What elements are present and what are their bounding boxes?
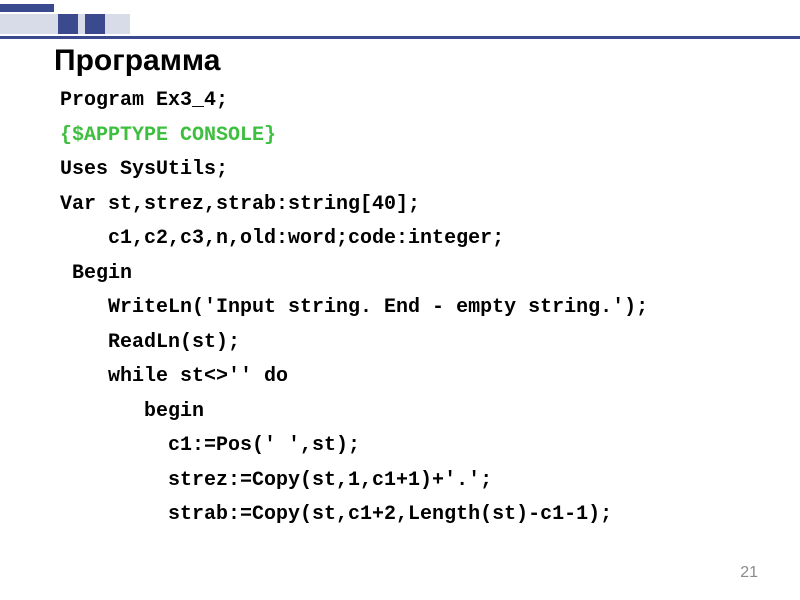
code-line: strez:=Copy(st,1,c1+1)+'.';	[60, 464, 760, 499]
code-line: WriteLn('Input string. End - empty strin…	[60, 291, 760, 326]
code-line: Begin	[60, 257, 760, 292]
code-line: Uses SysUtils;	[60, 153, 760, 188]
slide-title: Программа	[54, 44, 220, 78]
code-line: c1,c2,c3,n,old:word;code:integer;	[60, 222, 760, 257]
code-line: Program Ex3_4;	[60, 84, 760, 119]
code-line: while st<>'' do	[60, 360, 760, 395]
page-number: 21	[740, 564, 758, 582]
code-block: Program Ex3_4;{$APPTYPE CONSOLE}Uses Sys…	[60, 84, 760, 533]
slide-decoration	[0, 0, 120, 50]
code-line: {$APPTYPE CONSOLE}	[60, 119, 760, 154]
code-line: begin	[60, 395, 760, 430]
deco-square	[58, 14, 78, 34]
code-line: strab:=Copy(st,c1+2,Length(st)-c1-1);	[60, 498, 760, 533]
deco-bar	[0, 4, 54, 12]
horizontal-rule	[0, 36, 800, 39]
code-line: c1:=Pos(' ',st);	[60, 429, 760, 464]
deco-square	[85, 14, 105, 34]
code-line: ReadLn(st);	[60, 326, 760, 361]
code-line: Var st,strez,strab:string[40];	[60, 188, 760, 223]
